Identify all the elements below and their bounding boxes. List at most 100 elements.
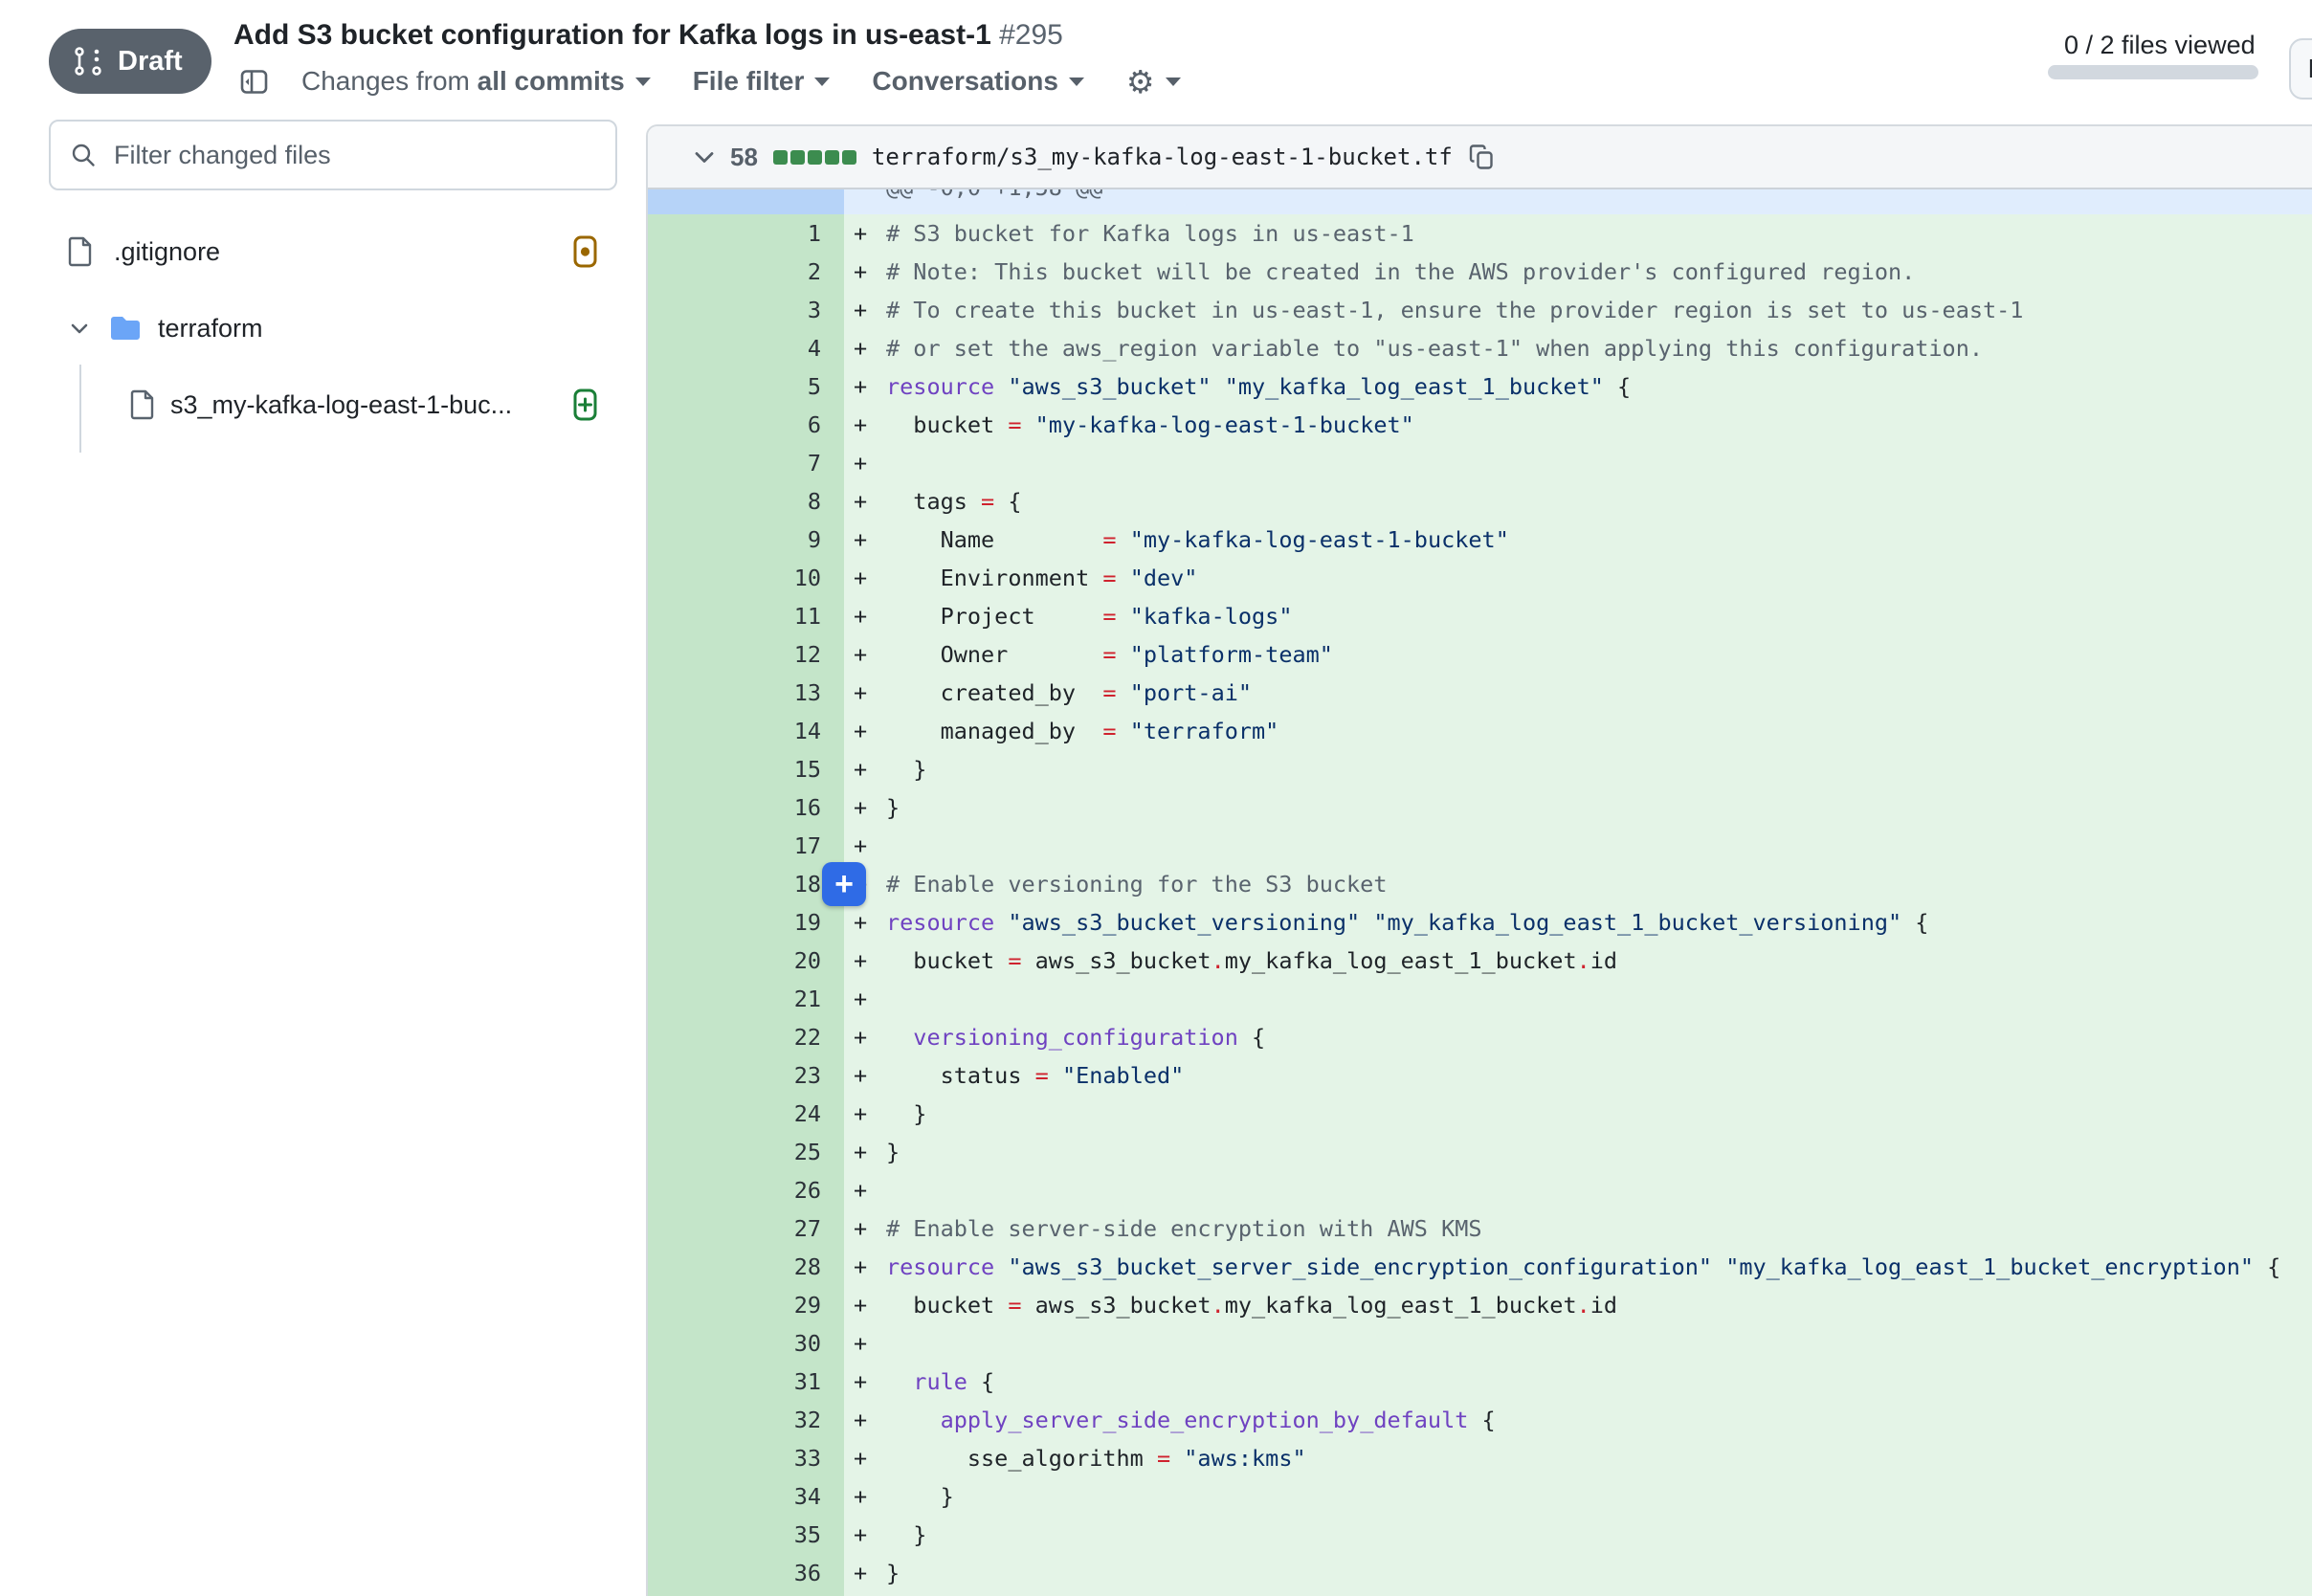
add-comment-button[interactable]: + [822,862,866,906]
file-icon [68,236,93,267]
file-added-badge-icon [573,388,597,421]
line-number[interactable]: 29 [648,1286,844,1324]
diff-line-row: 10+ Environment = "dev" [648,559,2312,597]
code-token: "aws_s3_bucket" [1008,373,1211,400]
addition-marker: + [854,1133,886,1171]
code-token: # or set the aws_region variable to "us-… [886,335,1983,362]
git-pull-request-draft-icon [72,45,104,78]
code-token: "my-kafka-log-east-1-bucket" [1130,526,1509,553]
code-token: { [1468,1407,1495,1433]
code-token [886,1024,913,1051]
line-number[interactable]: 15 [648,750,844,788]
chevron-down-icon [692,144,717,169]
code-token: = [1008,947,1021,974]
expand-diff-button[interactable] [648,189,844,214]
code-token: "aws_s3_bucket_versioning" [1008,909,1360,936]
line-number[interactable]: 6 [648,406,844,444]
file-path: terraform/s3_my-kafka-log-east-1-bucket.… [872,144,1453,170]
line-number[interactable]: 20 [648,942,844,980]
code-token: { [2254,1253,2280,1280]
line-number[interactable]: 4 [648,329,844,367]
file-tree-item-s3-bucket-tf[interactable]: s3_my-kafka-log-east-1-buc... [49,374,617,435]
line-number[interactable]: 35 [648,1516,844,1554]
line-number[interactable]: 31 [648,1363,844,1401]
line-number[interactable]: 7 [648,444,844,482]
code-token [1022,411,1035,438]
code-token [994,909,1008,936]
line-number[interactable]: 19 [648,903,844,942]
search-icon [70,142,97,168]
pr-number: #295 [999,19,1063,51]
line-number[interactable]: 16 [648,788,844,827]
line-number[interactable]: 5 [648,367,844,406]
line-number[interactable]: 11 [648,597,844,635]
code-token: "my_kafka_log_east_1_bucket_versioning" [1373,909,1901,936]
line-number[interactable]: 21 [648,980,844,1018]
diff-settings-dropdown[interactable]: ⚙ [1126,66,1181,98]
line-number[interactable]: 28 [648,1248,844,1286]
changes-from-value: all commits [478,66,625,97]
file-filter-dropdown[interactable]: File filter [693,66,831,97]
code-token: "terraform" [1130,718,1279,744]
line-number[interactable]: 25 [648,1133,844,1171]
diffstat-square [842,150,856,165]
line-number[interactable]: 18 [648,865,844,903]
line-number[interactable]: 8 [648,482,844,521]
chevron-down-icon [68,317,91,340]
line-number[interactable]: 24 [648,1095,844,1133]
diff-file-header[interactable]: 58 terraform/s3_my-kafka-log-east-1-buck… [648,126,2312,189]
line-number[interactable]: 32 [648,1401,844,1439]
line-number[interactable]: 14 [648,712,844,750]
line-number[interactable]: 34 [648,1477,844,1516]
file-tree-item-terraform[interactable]: terraform [49,298,617,359]
diff-line-row: 27+# Enable server-side encryption with … [648,1209,2312,1248]
code-cell: + rule { [844,1363,2312,1401]
addition-marker: + [854,1095,886,1133]
addition-marker: + [854,214,886,253]
file-tree-item-gitignore[interactable]: .gitignore [49,221,617,282]
code-token: "aws_s3_bucket_server_side_encryption_co… [1008,1253,1712,1280]
conversations-dropdown[interactable]: Conversations [872,66,1084,97]
line-number[interactable]: 3 [648,291,844,329]
line-number[interactable]: 36 [648,1554,844,1592]
file-tree: .gitignore [49,221,617,435]
addition-marker: + [854,406,886,444]
diff-line-row: 34+ } [648,1477,2312,1516]
filter-changed-files-input[interactable] [112,140,598,171]
line-number[interactable]: 17 [648,827,844,865]
diff-line-row: 32+ apply_server_side_encryption_by_defa… [648,1401,2312,1439]
code-cell: +# To create this bucket in us-east-1, e… [844,291,2312,329]
line-number[interactable]: 10 [648,559,844,597]
code-token: Environment [886,565,1102,591]
line-number[interactable]: 2 [648,253,844,291]
line-number[interactable]: 9 [648,521,844,559]
review-changes-button[interactable]: R [2289,38,2312,100]
code-token: "aws:kms" [1184,1445,1305,1472]
code-token: = [1102,641,1116,668]
code-token [1212,373,1225,400]
line-number[interactable]: 33 [648,1439,844,1477]
code-token: = [1102,603,1116,630]
file-filter-searchbox[interactable] [49,120,617,190]
collapse-sidebar-button[interactable] [239,67,269,97]
code-token: = [1102,565,1116,591]
code-token: id [1590,1292,1617,1319]
hunk-header-text-clipped: @@ -0,0 +1,58 @@ [844,189,2312,214]
line-number[interactable]: 27 [648,1209,844,1248]
line-number[interactable]: 12 [648,635,844,674]
diff-line-row: 9+ Name = "my-kafka-log-east-1-bucket" [648,521,2312,559]
code-cell: + } [844,1477,2312,1516]
code-token: = [1102,526,1116,553]
copy-path-button[interactable] [1468,143,1497,171]
line-number[interactable]: 1 [648,214,844,253]
changes-from-dropdown[interactable]: Changes from all commits [301,66,651,97]
line-number[interactable]: 26 [648,1171,844,1209]
line-number[interactable]: 30 [648,1324,844,1363]
diff-line-row: 36+} [648,1554,2312,1592]
line-number[interactable]: 22 [648,1018,844,1056]
code-token: Project [886,603,1102,630]
line-number[interactable]: 13 [648,674,844,712]
code-token: Owner [886,641,1102,668]
diff-line-row: 4+# or set the aws_region variable to "u… [648,329,2312,367]
line-number[interactable]: 23 [648,1056,844,1095]
